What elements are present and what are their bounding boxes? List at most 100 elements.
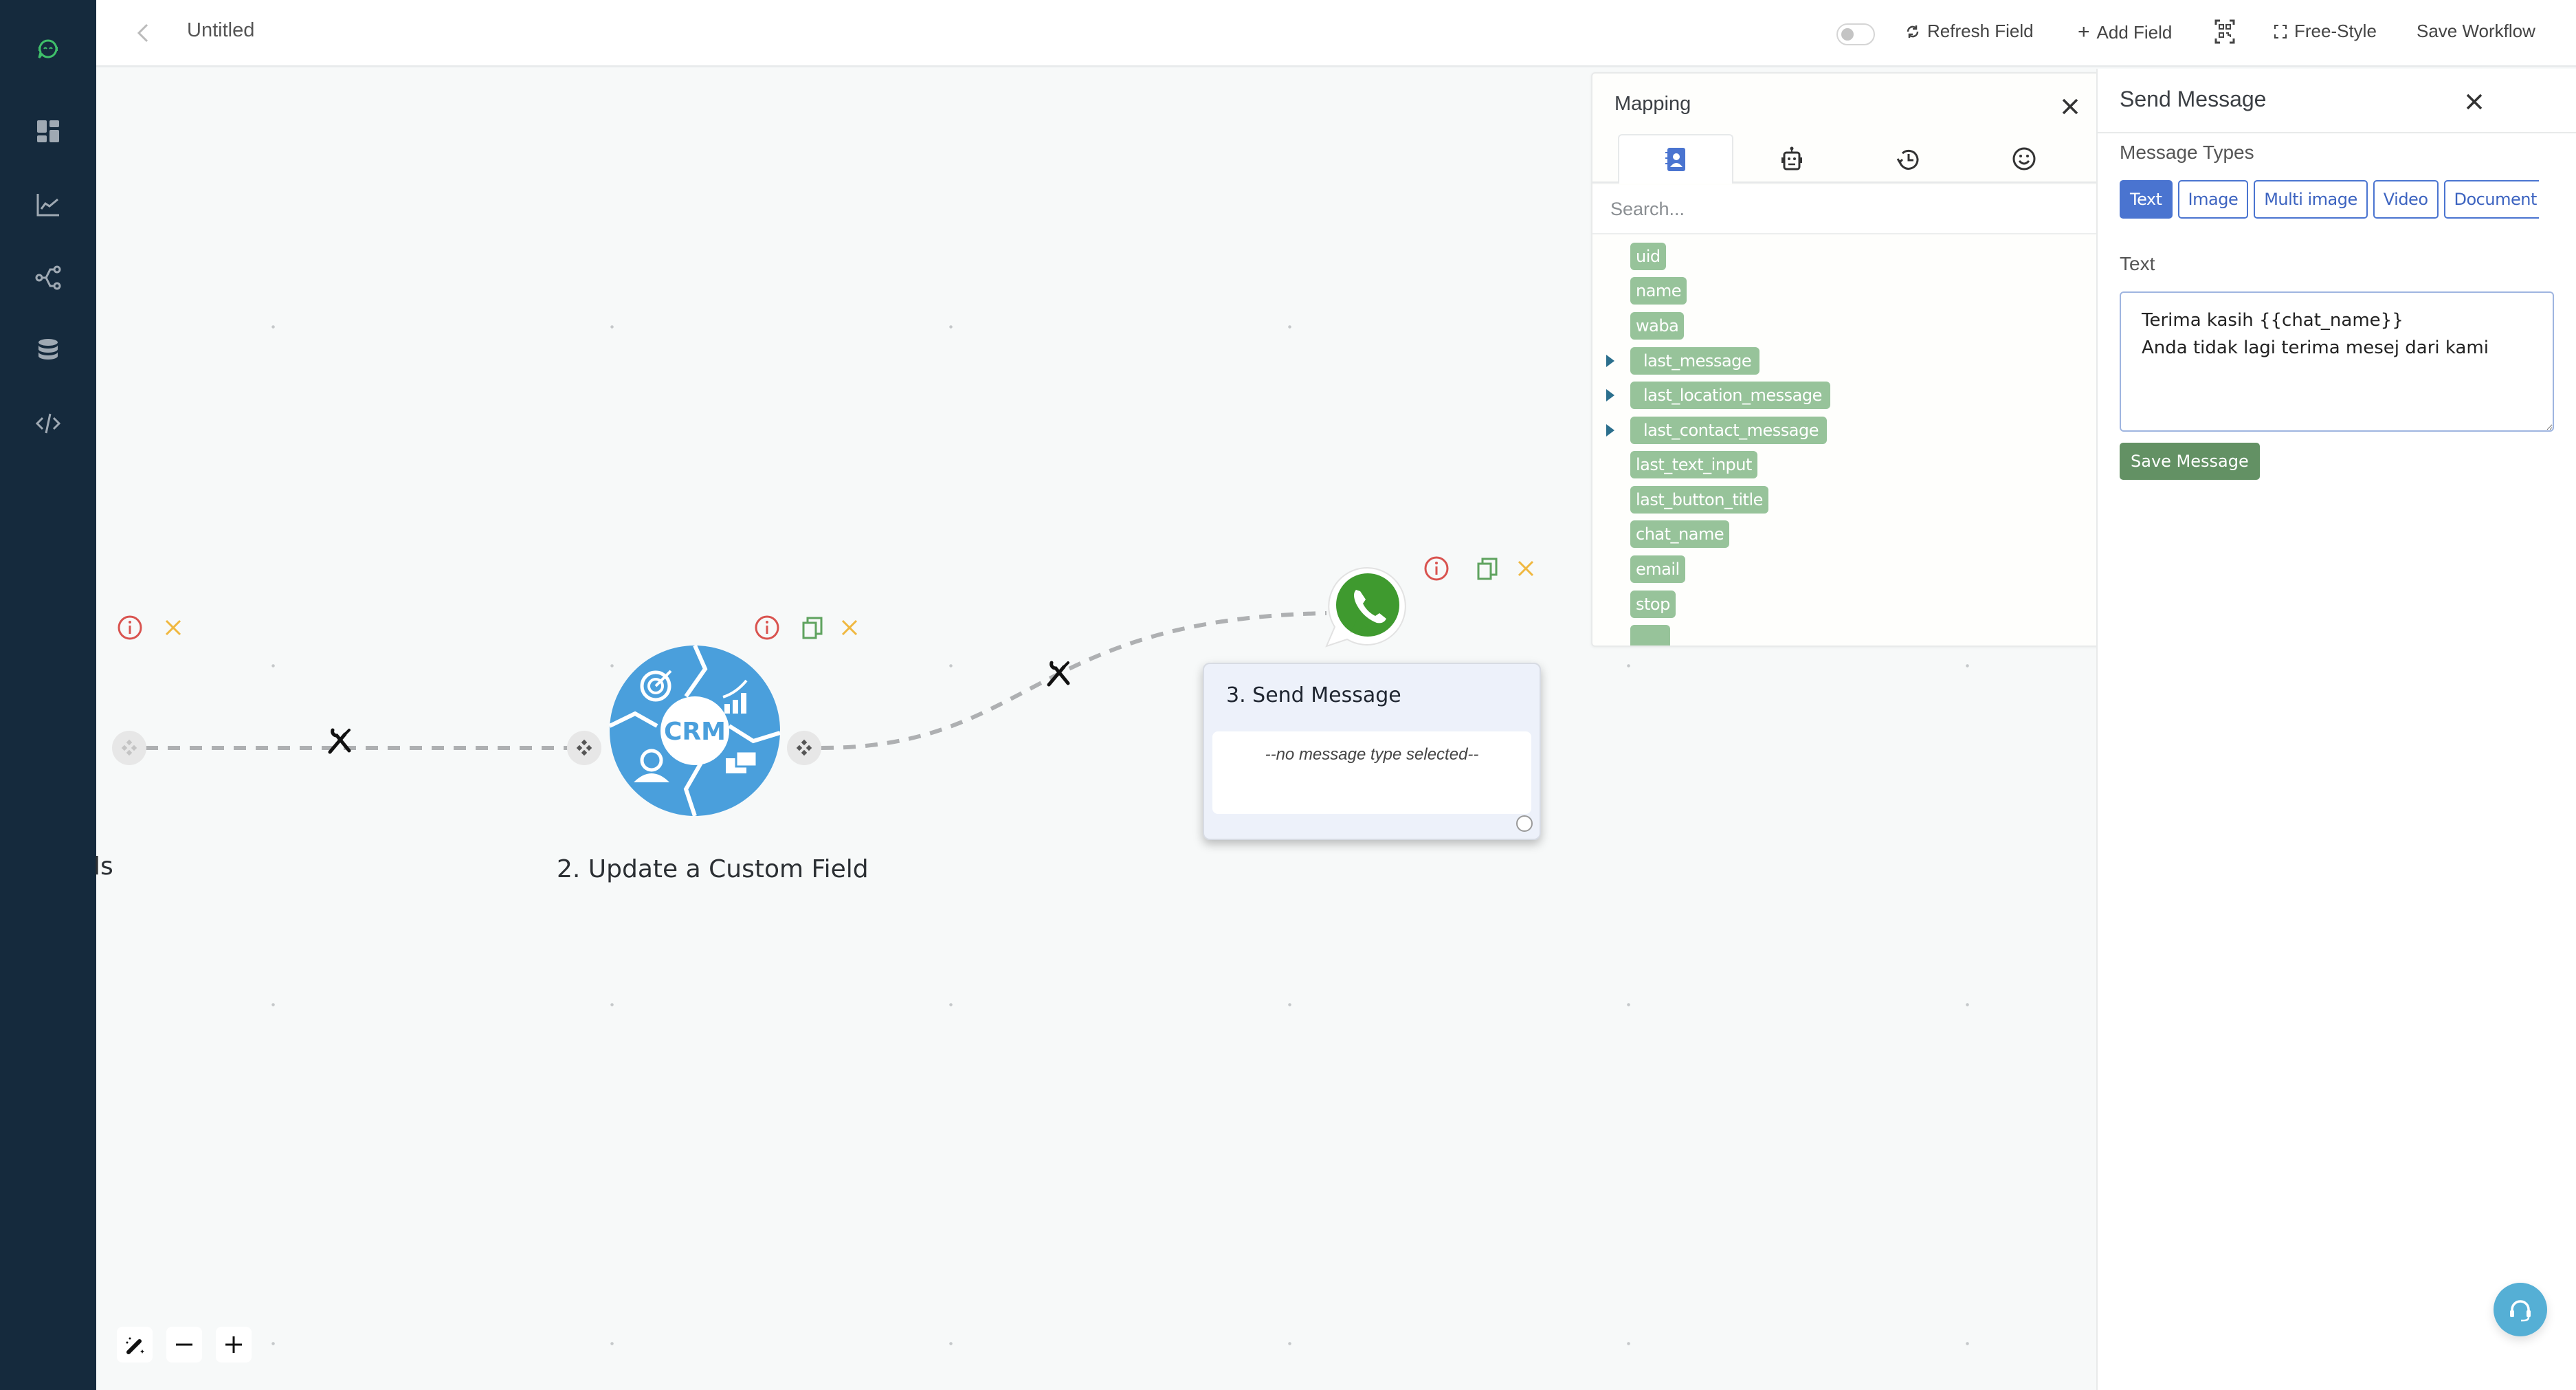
move-diamonds-icon <box>121 739 137 756</box>
code-icon[interactable] <box>29 404 67 443</box>
back-button[interactable] <box>131 19 158 47</box>
free-style-label: Free-Style <box>2294 21 2377 41</box>
field-chip[interactable]: uid <box>1630 243 1666 270</box>
minus-icon <box>176 1343 192 1346</box>
mapping-search-input[interactable] <box>1592 185 2102 234</box>
move-diamonds-icon <box>796 739 812 756</box>
expand-caret-icon[interactable] <box>1606 389 1614 401</box>
send-message-close-button[interactable] <box>2462 89 2487 114</box>
auto-arrange-button[interactable] <box>117 1327 153 1363</box>
mapping-tabs <box>1592 134 2102 184</box>
edge2-settings-button[interactable] <box>1043 659 1074 689</box>
info-icon <box>1424 556 1449 581</box>
headset-icon <box>2510 1300 2531 1322</box>
node1-info-button[interactable] <box>116 614 144 641</box>
mapping-field-list: uid name waba last_message last_location… <box>1592 243 2102 646</box>
robot-icon <box>1781 146 1802 170</box>
workflow-title[interactable]: Untitled <box>187 19 254 42</box>
node3-delete-button[interactable] <box>1512 555 1540 582</box>
tab-bot-fields[interactable] <box>1734 134 1850 184</box>
node2-info-button[interactable] <box>753 614 781 641</box>
zoom-in-button[interactable] <box>216 1327 252 1363</box>
tab-history[interactable] <box>1850 134 1966 184</box>
node3-info-button[interactable] <box>1423 555 1450 582</box>
add-field-label: Add Field <box>2096 21 2173 43</box>
qr-code-button[interactable] <box>2214 19 2235 44</box>
crm-node-icon[interactable]: CRM <box>608 644 781 817</box>
smiley-icon <box>2012 147 2036 170</box>
expand-frame-icon <box>2274 24 2287 38</box>
save-workflow-button[interactable]: Save Workflow <box>2417 21 2535 42</box>
expand-caret-icon[interactable] <box>1606 355 1614 367</box>
refresh-field-button[interactable]: Refresh Field <box>1905 21 2034 42</box>
save-workflow-label: Save Workflow <box>2417 21 2535 41</box>
message-type-multi-image[interactable]: Multi image <box>2254 180 2368 219</box>
chatbot-logo-icon[interactable] <box>29 31 67 69</box>
mapping-title: Mapping <box>1614 93 1691 115</box>
copy-icon <box>1477 558 1498 580</box>
tab-emoji[interactable] <box>1966 134 2082 184</box>
field-chip[interactable]: email <box>1630 555 1685 583</box>
send-message-node-card[interactable]: 3. Send Message --no message type select… <box>1203 663 1541 840</box>
text-field-label: Text <box>2120 253 2155 274</box>
move-diamonds-icon <box>576 739 592 756</box>
message-type-document[interactable]: Document <box>2443 180 2539 219</box>
field-chip[interactable]: last_message <box>1630 347 1760 375</box>
field-chip[interactable]: chat_name <box>1630 520 1730 548</box>
field-chip[interactable]: last_contact_message <box>1630 417 1827 444</box>
node1-delete-button[interactable] <box>159 614 187 641</box>
wrench-screwdriver-icon <box>1047 661 1070 687</box>
field-chip[interactable]: last_location_message <box>1630 382 1830 409</box>
field-chip[interactable]: last_text_input <box>1630 451 1757 478</box>
message-type-video[interactable]: Video <box>2373 180 2439 219</box>
mapping-panel: Mapping uid name waba last_message last_… <box>1591 72 2103 647</box>
close-icon <box>165 619 181 636</box>
plus-icon <box>225 1336 242 1353</box>
refresh-icon <box>1907 25 1919 38</box>
add-field-button[interactable]: + Add Field <box>2078 21 2172 44</box>
message-text-input[interactable] <box>2120 291 2554 432</box>
field-chip[interactable] <box>1630 625 1670 646</box>
message-type-buttons: Text Image Multi image Video Document <box>2120 180 2539 220</box>
field-chip[interactable]: stop <box>1630 591 1676 618</box>
edge1-settings-button[interactable] <box>324 726 355 756</box>
tab-contact-fields[interactable] <box>1618 134 1733 184</box>
workflow-share-icon[interactable] <box>29 258 67 297</box>
close-icon <box>2466 93 2483 110</box>
divider <box>2098 132 2576 133</box>
wrench-screwdriver-icon <box>328 728 351 754</box>
node3-copy-button[interactable] <box>1474 555 1501 582</box>
analytics-chart-icon[interactable] <box>29 186 67 224</box>
node2-copy-button[interactable] <box>799 614 826 641</box>
node2-label: 2. Update a Custom Field <box>557 855 869 883</box>
support-chat-button[interactable] <box>2494 1283 2547 1336</box>
send-message-title: Send Message <box>2120 87 2267 111</box>
history-icon <box>1896 149 1919 170</box>
node2-delete-button[interactable] <box>836 614 863 641</box>
zoom-out-button[interactable] <box>166 1327 202 1363</box>
field-chip[interactable]: name <box>1630 277 1687 305</box>
info-icon <box>755 615 779 640</box>
message-type-image[interactable]: Image <box>2177 180 2249 219</box>
plus-icon: + <box>2078 21 2090 43</box>
expand-caret-icon[interactable] <box>1606 424 1614 437</box>
node2-input-handle[interactable] <box>567 731 601 765</box>
database-icon[interactable] <box>29 331 67 370</box>
dashboard-icon[interactable] <box>29 112 67 151</box>
message-type-text[interactable]: Text <box>2120 180 2173 219</box>
send-message-panel: Send Message Message Types Text Image Mu… <box>2096 69 2576 1390</box>
mapping-close-button[interactable] <box>2058 94 2083 119</box>
whatsapp-icon[interactable] <box>1323 564 1412 653</box>
field-chip[interactable]: last_button_title <box>1630 486 1768 514</box>
node2-output-handle[interactable] <box>787 731 821 765</box>
node1-output-handle[interactable] <box>112 731 146 765</box>
field-chip[interactable]: waba <box>1630 312 1685 340</box>
node3-output-port[interactable] <box>1516 815 1533 832</box>
info-icon <box>118 615 142 640</box>
crm-text: CRM <box>664 718 726 746</box>
free-style-button[interactable]: Free-Style <box>2274 21 2377 42</box>
workflow-toggle[interactable] <box>1836 23 1875 45</box>
copy-icon <box>802 617 823 639</box>
sidebar <box>0 0 96 1390</box>
save-message-button[interactable]: Save Message <box>2120 443 2260 480</box>
